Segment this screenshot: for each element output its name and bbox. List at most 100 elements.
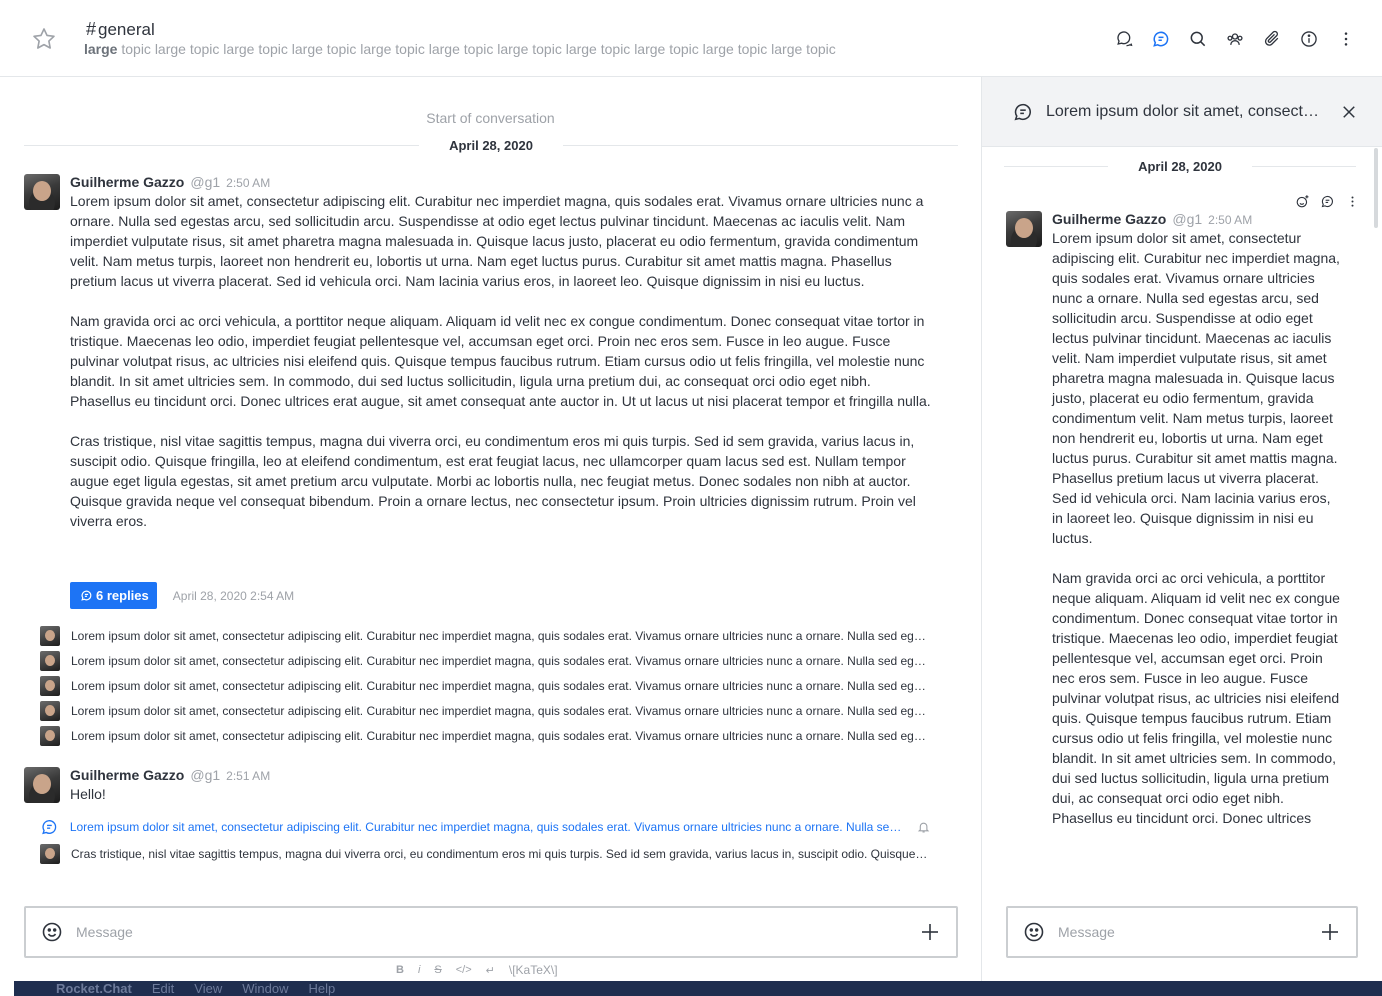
thread-title: Lorem ipsum dolor sit amet, consectetur … xyxy=(1046,102,1322,120)
reply-thread-icon[interactable] xyxy=(1320,194,1335,209)
formatting-toolbar: B i S </> ↵ \[KaTeX\] xyxy=(396,963,558,977)
message-paragraph: Nam gravida orci ac orci vehicula, a por… xyxy=(1052,570,1340,826)
thread-reply-preview[interactable]: Lorem ipsum dolor sit amet, consectetur … xyxy=(40,701,930,721)
message-paragraph: Cras tristique, nisl vitae sagittis temp… xyxy=(70,433,916,529)
reply-text: Lorem ipsum dolor sit amet, consectetur … xyxy=(71,654,930,668)
hash-icon: # xyxy=(86,19,97,39)
menu-window[interactable]: Window xyxy=(242,981,288,996)
thread-message-list: April 28, 2020 Guilherme Gazzo @g1 2:50 … xyxy=(982,147,1382,883)
multiline-button[interactable]: ↵ xyxy=(486,964,495,977)
avatar xyxy=(40,844,60,864)
author-name[interactable]: Guilherme Gazzo xyxy=(1052,211,1166,227)
emoji-icon[interactable] xyxy=(40,920,64,944)
message-composer xyxy=(24,906,958,958)
avatar xyxy=(40,676,60,696)
close-icon[interactable] xyxy=(1340,103,1358,121)
reply-text: Lorem ipsum dolor sit amet, consectetur … xyxy=(71,629,930,643)
reply-text: Lorem ipsum dolor sit amet, consectetur … xyxy=(71,704,930,718)
kebab-menu-icon[interactable] xyxy=(1345,194,1360,209)
message-paragraph: Nam gravida orci ac orci vehicula, a por… xyxy=(70,313,931,409)
message-time: 2:50 AM xyxy=(1208,213,1253,227)
message-body: Hello! xyxy=(70,786,106,802)
thread-reply-preview[interactable]: Cras tristique, nisl vitae sagittis temp… xyxy=(40,844,930,864)
message-header: Guilherme Gazzo @g1 2:50 AM xyxy=(1052,211,1342,227)
reply-text: Lorem ipsum dolor sit amet, consectetur … xyxy=(71,729,930,743)
thread-metrics: 6 replies April 28, 2020 2:54 AM xyxy=(70,582,294,609)
os-menubar: Rocket.Chat Edit View Window Help xyxy=(14,981,1382,996)
avatar xyxy=(40,651,60,671)
threads-icon[interactable] xyxy=(1149,27,1173,51)
plus-icon[interactable] xyxy=(1318,920,1342,944)
menu-app-name[interactable]: Rocket.Chat xyxy=(56,981,132,996)
thread-link-text[interactable]: Lorem ipsum dolor sit amet, consectetur … xyxy=(70,820,906,834)
message-header: Guilherme Gazzo @g1 2:50 AM xyxy=(70,174,934,190)
avatar[interactable] xyxy=(24,767,60,803)
thread-icon xyxy=(42,820,57,835)
thread-panel-header: Lorem ipsum dolor sit amet, consectetur … xyxy=(982,77,1382,147)
menu-view[interactable]: View xyxy=(194,981,222,996)
code-button[interactable]: </> xyxy=(456,964,472,976)
discussion-icon[interactable] xyxy=(1112,27,1136,51)
start-of-conversation: Start of conversation xyxy=(426,110,555,126)
emoji-icon[interactable] xyxy=(1022,920,1046,944)
replies-button[interactable]: 6 replies xyxy=(70,582,157,609)
room-header: # general large topic large topic large … xyxy=(0,0,1382,77)
katex-button[interactable]: \[KaTeX\] xyxy=(509,963,558,977)
thread-reply-preview[interactable]: Lorem ipsum dolor sit amet, consectetur … xyxy=(40,651,930,671)
thread-icon xyxy=(1014,103,1031,120)
plus-icon[interactable] xyxy=(918,920,942,944)
menu-edit[interactable]: Edit xyxy=(152,981,174,996)
last-reply-date: April 28, 2020 2:54 AM xyxy=(172,588,295,603)
avatar xyxy=(40,726,60,746)
message-input[interactable] xyxy=(76,924,918,940)
topic-text: topic large topic large topic large topi… xyxy=(117,41,836,57)
thread-start-preview[interactable]: Lorem ipsum dolor sit amet, consectetur … xyxy=(40,817,930,837)
room-title: # general xyxy=(86,19,155,40)
replies-count: 6 replies xyxy=(96,588,149,603)
message-paragraph: Lorem ipsum dolor sit amet, consectetur … xyxy=(1052,230,1340,546)
message-time: 2:50 AM xyxy=(226,176,271,190)
channel-name: general xyxy=(98,19,155,39)
reply-text: Lorem ipsum dolor sit amet, consectetur … xyxy=(71,679,930,693)
star-icon[interactable] xyxy=(31,26,57,52)
bold-button[interactable]: B xyxy=(396,964,404,976)
date-divider: April 28, 2020 xyxy=(1004,159,1357,174)
italic-button[interactable]: i xyxy=(418,964,420,976)
avatar[interactable] xyxy=(24,174,60,210)
message-paragraph: Lorem ipsum dolor sit amet, consectetur … xyxy=(70,193,924,289)
reply-text: Cras tristique, nisl vitae sagittis temp… xyxy=(71,847,930,861)
message-body: Lorem ipsum dolor sit amet, consectetur … xyxy=(1052,228,1342,828)
author-username: @g1 xyxy=(190,767,221,783)
strike-button[interactable]: S xyxy=(434,964,441,976)
thread-reply-preview[interactable]: Lorem ipsum dolor sit amet, consectetur … xyxy=(40,626,930,646)
thread-reply-preview[interactable]: Lorem ipsum dolor sit amet, consectetur … xyxy=(40,676,930,696)
avatar xyxy=(40,626,60,646)
avatar[interactable] xyxy=(1006,211,1042,247)
author-username: @g1 xyxy=(190,174,221,190)
thread-message-composer xyxy=(1006,906,1358,958)
author-name[interactable]: Guilherme Gazzo xyxy=(70,174,184,190)
thread-icon xyxy=(81,590,92,601)
thread-message-input[interactable] xyxy=(1058,924,1318,940)
message-body: Lorem ipsum dolor sit amet, consectetur … xyxy=(70,191,934,531)
topic-bold: large xyxy=(84,41,118,57)
date-divider: April 28, 2020 xyxy=(24,138,959,153)
bell-icon[interactable] xyxy=(917,820,930,834)
add-reaction-icon[interactable] xyxy=(1295,194,1310,209)
search-icon[interactable] xyxy=(1186,27,1210,51)
message-time: 2:51 AM xyxy=(226,769,271,783)
attachment-icon[interactable] xyxy=(1260,27,1284,51)
author-name[interactable]: Guilherme Gazzo xyxy=(70,767,184,783)
date-divider-label: April 28, 2020 xyxy=(449,138,533,153)
menu-help[interactable]: Help xyxy=(308,981,335,996)
date-divider-label: April 28, 2020 xyxy=(1138,159,1222,174)
thread-panel: Lorem ipsum dolor sit amet, consectetur … xyxy=(981,77,1382,981)
thread-reply-preview[interactable]: Lorem ipsum dolor sit amet, consectetur … xyxy=(40,726,930,746)
kebab-menu-icon[interactable] xyxy=(1334,27,1358,51)
message-actions xyxy=(1295,194,1360,209)
message-list: Start of conversation April 28, 2020 Gui… xyxy=(0,77,981,981)
room-topic: large topic large topic large topic larg… xyxy=(84,41,836,57)
members-icon[interactable] xyxy=(1223,27,1247,51)
info-icon[interactable] xyxy=(1297,27,1321,51)
avatar xyxy=(40,701,60,721)
